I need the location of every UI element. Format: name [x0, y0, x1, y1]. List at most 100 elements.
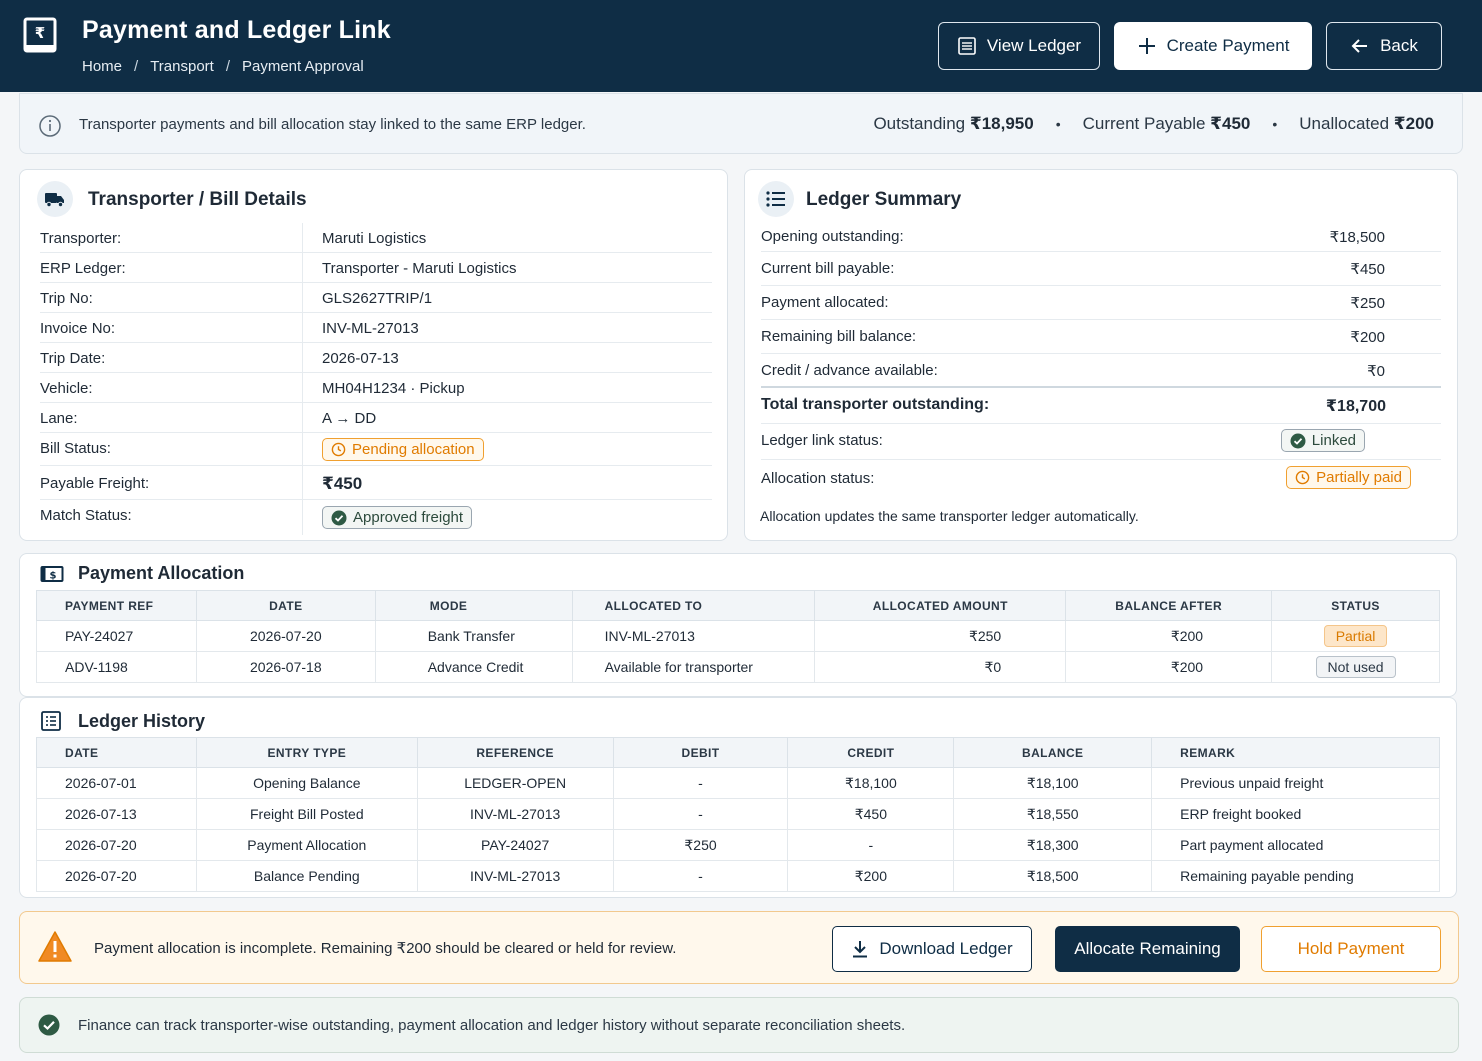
ledger-history-title: Ledger History: [78, 711, 206, 731]
col-debit: DEBIT: [612, 737, 789, 768]
table-row[interactable]: ADV-1198 2026-07-18 Advance Credit Avail…: [36, 651, 1440, 683]
table-row[interactable]: PAY-24027 2026-07-20 Bank Transfer INV-M…: [36, 620, 1440, 652]
summary-row: Opening outstanding: ₹18,500: [761, 220, 1441, 252]
detail-row: Payable Freight: ₹450: [40, 466, 712, 500]
allocation-warning-bar: Payment allocation is incomplete. Remain…: [19, 911, 1459, 984]
ledger-history-table: DATE ENTRY TYPE REFERENCE DEBIT CREDIT B…: [36, 737, 1440, 892]
separator-dot: •: [1055, 116, 1061, 132]
detail-row: Invoice No: INV-ML-27013: [40, 313, 712, 343]
ledger-link-badge: Linked: [1280, 429, 1365, 452]
warning-text: Payment allocation is incomplete. Remain…: [94, 940, 677, 957]
check-circle-icon: [1290, 433, 1306, 448]
svg-text:$: $: [50, 571, 57, 582]
col-payment-ref: PAYMENT REF: [36, 590, 197, 621]
ledger-book-icon: ₹: [23, 17, 57, 53]
clock-icon: [1295, 470, 1310, 485]
breadcrumb-separator: /: [134, 58, 139, 75]
col-entry-type: ENTRY TYPE: [195, 737, 418, 768]
details-title: Transporter / Bill Details: [88, 189, 307, 210]
unallocated-stat: Unallocated ₹200: [1299, 114, 1434, 133]
hold-payment-button[interactable]: Hold Payment: [1261, 926, 1441, 972]
col-balance-after: BALANCE AFTER: [1065, 590, 1273, 621]
status-badge: Not used: [1315, 656, 1396, 678]
breadcrumb-home[interactable]: Home: [82, 58, 122, 75]
col-date: DATE: [195, 590, 376, 621]
ledger-summary-card: Ledger Summary Opening outstanding: ₹18,5…: [744, 169, 1458, 541]
match-status-badge: Approved freight: [322, 506, 473, 529]
info-stats: Outstanding ₹18,950 • Current Payable ₹4…: [873, 114, 1434, 134]
summary-total-row: Total transporter outstanding: ₹18,700: [761, 388, 1441, 424]
col-credit: CREDIT: [787, 737, 955, 768]
detail-row: Lane: A → DD: [40, 403, 712, 433]
svg-text:₹: ₹: [35, 24, 45, 42]
bill-status-badge: Pending allocation: [322, 438, 484, 461]
clock-icon: [331, 442, 346, 457]
col-reference: REFERENCE: [416, 737, 614, 768]
payment-allocation-card: $ Payment Allocation PAYMENT REF DATE MO…: [19, 553, 1457, 697]
table-row[interactable]: 2026-07-20 Balance Pending INV-ML-27013 …: [36, 860, 1440, 892]
col-remark: REMARK: [1151, 737, 1440, 768]
create-payment-label: Create Payment: [1166, 36, 1290, 55]
truck-icon: [37, 181, 73, 217]
breadcrumb: Home / Transport / Payment Approval: [82, 58, 364, 75]
allocation-status-badge: Partially paid: [1286, 466, 1411, 489]
plus-icon: [1138, 38, 1155, 54]
detail-row: Match Status: Approved freight: [40, 500, 712, 535]
view-ledger-label: View Ledger: [986, 36, 1082, 55]
allocate-remaining-button[interactable]: Allocate Remaining: [1055, 926, 1240, 972]
col-status: STATUS: [1271, 590, 1440, 621]
arrow-left-icon: [1351, 39, 1368, 53]
col-date: DATE: [36, 737, 197, 768]
cash-icon: $: [40, 566, 64, 582]
summary-row: Ledger link status: Linked: [761, 424, 1441, 460]
footer-note-text: Finance can track transporter-wise outst…: [78, 1017, 906, 1034]
payment-allocation-title: Payment Allocation: [78, 563, 245, 583]
view-ledger-button[interactable]: View Ledger: [938, 22, 1100, 70]
table-header-row: PAYMENT REF DATE MODE ALLOCATED TO ALLOC…: [36, 590, 1440, 621]
breadcrumb-transport[interactable]: Transport: [150, 58, 214, 75]
ledger-summary-list: Opening outstanding: ₹18,500 Current bill…: [761, 220, 1441, 498]
detail-row: Trip Date: 2026-07-13: [40, 343, 712, 373]
list-icon: [758, 181, 794, 217]
details-list: Transporter: Maruti Logistics ERP Ledger:…: [40, 223, 712, 535]
separator-dot: •: [1272, 116, 1278, 132]
breadcrumb-separator: /: [225, 58, 230, 75]
page-title: Payment and Ledger Link: [82, 16, 391, 44]
info-bar: Transporter payments and bill allocation…: [19, 93, 1463, 154]
detail-row: Bill Status: Pending allocation: [40, 433, 712, 466]
app-header: ₹ Payment and Ledger Link Home / Transpo…: [0, 0, 1482, 92]
payment-allocation-table: PAYMENT REF DATE MODE ALLOCATED TO ALLOC…: [36, 590, 1440, 683]
outstanding-stat: Outstanding ₹18,950: [873, 114, 1034, 133]
detail-row: Trip No: GLS2627TRIP/1: [40, 283, 712, 313]
footer-note: Finance can track transporter-wise outst…: [19, 997, 1459, 1053]
list-document-icon: [958, 37, 976, 55]
download-ledger-button[interactable]: Download Ledger: [832, 926, 1032, 972]
summary-row: Remaining bill balance: ₹200: [761, 320, 1441, 354]
ledger-list-icon: [41, 711, 61, 731]
payable-stat: Current Payable ₹450: [1082, 114, 1251, 133]
arrow-right-icon: →: [335, 410, 351, 427]
ledger-summary-title: Ledger Summary: [806, 189, 962, 210]
back-button[interactable]: Back: [1326, 22, 1442, 70]
check-circle-icon: [38, 1014, 60, 1036]
detail-row: Transporter: Maruti Logistics: [40, 223, 712, 253]
create-payment-button[interactable]: Create Payment: [1114, 22, 1312, 70]
col-mode: MODE: [374, 590, 573, 621]
info-text: Transporter payments and bill allocation…: [79, 116, 586, 133]
table-header-row: DATE ENTRY TYPE REFERENCE DEBIT CREDIT B…: [36, 737, 1440, 768]
table-row[interactable]: 2026-07-13 Freight Bill Posted INV-ML-27…: [36, 798, 1440, 830]
table-row[interactable]: 2026-07-20 Payment Allocation PAY-24027 …: [36, 829, 1440, 861]
check-circle-icon: [331, 510, 347, 525]
table-row[interactable]: 2026-07-01 Opening Balance LEDGER-OPEN -…: [36, 767, 1440, 799]
ledger-summary-note: Allocation updates the same transporter …: [760, 508, 1139, 524]
col-allocated-to: ALLOCATED TO: [571, 590, 816, 621]
summary-row: Current bill payable: ₹450: [761, 252, 1441, 286]
col-balance: BALANCE: [953, 737, 1153, 768]
summary-row: Allocation status: Partially paid: [761, 460, 1441, 498]
back-label: Back: [1380, 36, 1418, 55]
warning-icon: [38, 931, 72, 962]
lane-value: A → DD: [322, 410, 377, 427]
ledger-history-card: Ledger History DATE ENTRY TYPE REFERENCE…: [19, 697, 1457, 898]
status-badge: Partial: [1323, 625, 1388, 647]
download-icon: [853, 941, 868, 958]
